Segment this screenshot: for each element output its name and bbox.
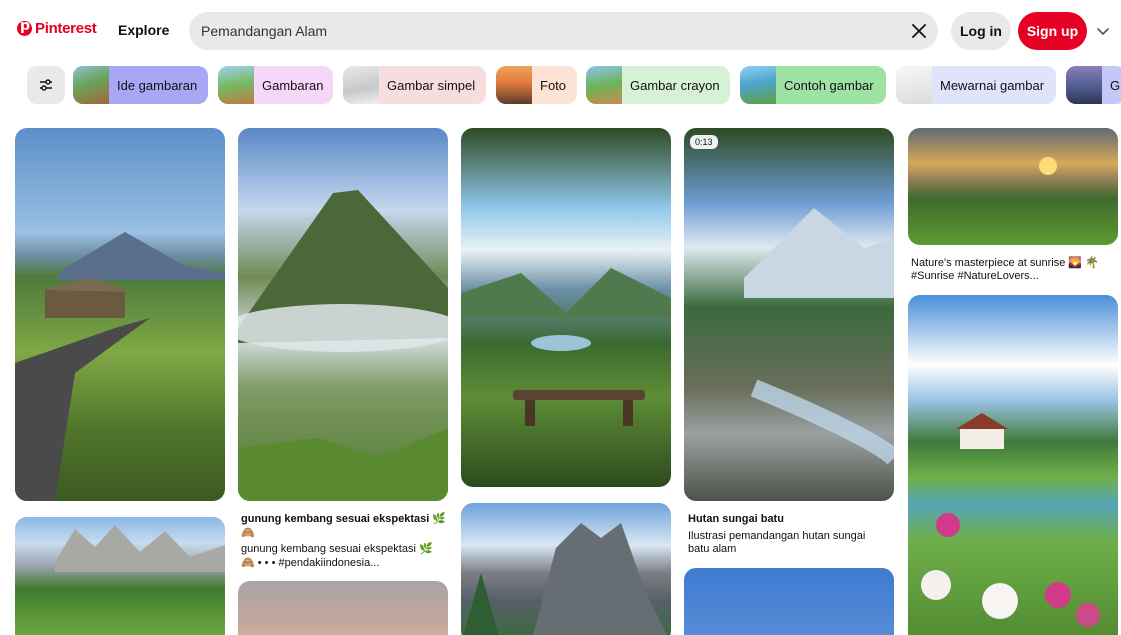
explore-link[interactable]: Explore [118,22,169,38]
chip-gambar-crayon[interactable]: Gambar crayon [586,66,730,104]
pinterest-logo[interactable]: Pinterest [17,18,97,37]
pinterest-logo-icon [17,18,32,36]
pin-illustration [55,525,225,572]
chip-label: Mewarnai gambar [940,77,1045,93]
pin-illustration [15,232,225,501]
search-bar[interactable] [189,12,938,50]
chip-foto[interactable]: Foto [496,66,577,104]
pin-forest-river[interactable]: 0:13 [684,128,894,501]
chip-gambaran[interactable]: Gambaran [218,66,333,104]
pin-blue-sky[interactable] [684,568,894,635]
brand-name: Pinterest [35,20,97,37]
pin-description: Nature's masterpiece at sunrise 🌄 🌴 [911,257,1099,269]
pin-illustration [744,208,894,465]
clear-search-icon[interactable] [908,20,930,42]
pin-description-line2: #Sunrise #NatureLovers... [911,270,1039,282]
pin-description: gunung kembang sesuai ekspektasi 🌿 [241,543,433,555]
pin-sunrise-palm-field[interactable] [908,128,1118,245]
chip-thumbnail [218,66,254,104]
chip-label: G [1110,77,1121,93]
pin-lake-house-flowers[interactable] [908,295,1118,635]
pin-description: Ilustrasi pemandangan hutan sungai [688,530,866,542]
search-input[interactable] [201,12,901,50]
pin-title[interactable]: Hutan sungai batu [688,512,784,526]
chip-thumbnail [73,66,109,104]
video-duration-badge: 0:13 [690,135,718,149]
chip-ide-gambaran[interactable]: Ide gambaran [73,66,208,104]
chip-label: Foto [540,77,567,93]
pin-illustration [1039,157,1057,175]
pin-illustration [238,190,448,501]
pin-sunset-sky[interactable] [238,581,448,635]
filter-button[interactable] [27,66,65,104]
chip-thumbnail [740,66,776,104]
top-header: Pinterest Explore Log in Sign up [0,0,1121,62]
chip-thumbnail [586,66,622,104]
sliders-icon [40,79,52,91]
pin-title-line2: 🙈 [241,527,255,539]
chip-thumbnail [896,66,932,104]
chip-thumbnail [343,66,379,104]
pin-mountain-fog[interactable] [238,128,448,501]
pin-dolomites-meadow[interactable] [15,517,225,635]
chip-thumbnail [1066,66,1102,104]
pin-description-line2: 🙈 • • • #pendakiindonesia... [241,557,380,569]
chip-thumbnail [496,66,532,104]
chip-mewarnai-gambar[interactable]: Mewarnai gambar [896,66,1056,104]
chip-label: Gambar simpel [387,77,476,93]
login-button[interactable]: Log in [951,12,1011,50]
chevron-down-icon[interactable] [1096,24,1110,38]
pin-illustration [461,268,671,426]
chip-label: Gambar crayon [630,77,720,93]
signup-button[interactable]: Sign up [1018,12,1087,50]
chip-label: Ide gambaran [117,77,198,93]
chip-partial[interactable]: G [1066,66,1121,104]
chip-label: Contoh gambar [784,77,874,93]
chip-label: Gambaran [262,77,324,93]
pin-bench-valley[interactable] [461,128,671,487]
related-search-chips: Ide gambaran Gambaran Gambar simpel Foto… [0,66,1121,106]
pin-description-line2: batu alam [688,543,737,555]
chip-contoh-gambar[interactable]: Contoh gambar [740,66,886,104]
pin-rocky-peaks[interactable] [461,503,671,635]
pin-rice-field-road[interactable] [15,128,225,501]
chip-gambar-simpel[interactable]: Gambar simpel [343,66,486,104]
pin-illustration [463,523,667,635]
pin-title[interactable]: gunung kembang sesuai ekspektasi 🌿 [241,512,446,526]
pin-illustration [921,413,1100,627]
